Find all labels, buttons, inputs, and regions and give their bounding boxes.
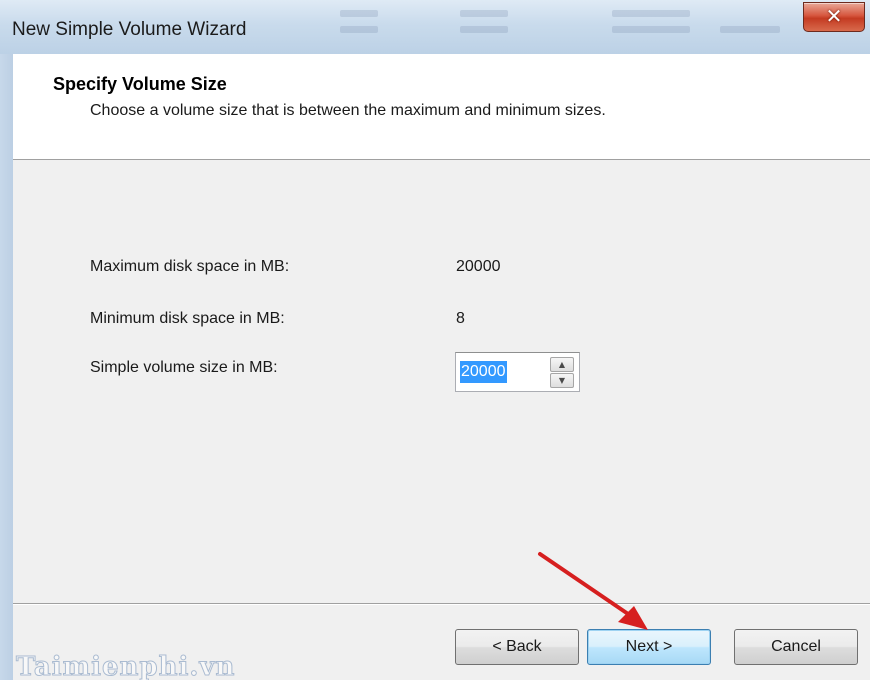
footer-separator: [13, 603, 870, 605]
max-disk-label: Maximum disk space in MB:: [90, 258, 290, 275]
max-disk-value: 20000: [456, 258, 501, 275]
volume-size-stepper[interactable]: 20000 ▲ ▼: [455, 352, 580, 392]
page-title: Specify Volume Size: [53, 74, 227, 94]
background-blur: [460, 10, 508, 17]
window-frame-left: [0, 54, 13, 680]
wizard-header: Specify Volume Size Choose a volume size…: [13, 54, 870, 160]
background-blur: [340, 10, 378, 17]
min-disk-value: 8: [456, 310, 465, 327]
background-blur: [340, 26, 378, 33]
cancel-button[interactable]: Cancel: [734, 629, 858, 665]
title-bar[interactable]: New Simple Volume Wizard ✕: [0, 0, 870, 55]
window-title: New Simple Volume Wizard: [12, 19, 247, 40]
wizard-window: New Simple Volume Wizard ✕ Specify Volum…: [0, 0, 870, 680]
close-button[interactable]: ✕: [803, 2, 865, 32]
close-icon: ✕: [825, 4, 843, 28]
chevron-up-icon: ▲: [558, 360, 566, 369]
min-disk-label: Minimum disk space in MB:: [90, 310, 285, 327]
spin-up-button[interactable]: ▲: [550, 357, 574, 372]
wizard-body: [13, 160, 870, 603]
spin-down-button[interactable]: ▼: [550, 373, 574, 388]
background-blur: [612, 26, 690, 33]
background-blur: [460, 26, 508, 33]
background-blur: [612, 10, 690, 17]
annotation-arrow-icon: [538, 552, 648, 630]
background-blur: [720, 26, 780, 33]
page-subtitle: Choose a volume size that is between the…: [90, 102, 606, 119]
volume-size-input[interactable]: 20000: [460, 361, 507, 383]
volume-size-label: Simple volume size in MB:: [90, 359, 278, 376]
watermark-logo: Taimienphi.vn: [15, 652, 236, 680]
chevron-down-icon: ▼: [558, 376, 566, 385]
